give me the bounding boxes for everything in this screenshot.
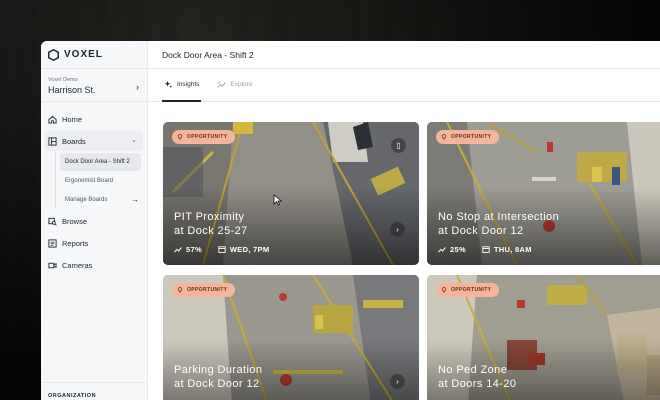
opportunity-badge: OPPORTUNITY	[172, 283, 235, 297]
site-switcher[interactable]: Voxel Demo Harrison St. ›	[41, 69, 147, 102]
insight-card[interactable]: OPPORTUNITY › Parking Duration at Dock D…	[163, 275, 419, 400]
opportunity-badge: OPPORTUNITY	[436, 283, 499, 297]
card-meta: 25% THU, 8AM	[438, 245, 532, 254]
sidebar-item-label: Home	[62, 114, 83, 124]
page-header: Dock Door Area - Shift 2	[148, 41, 660, 69]
sidebar-item-label: Boards	[62, 136, 86, 146]
card-title-line2: at Dock Door 12	[438, 225, 524, 237]
lightbulb-icon	[177, 287, 183, 293]
boards-subnav: Dock Door Area - Shift 2 Ergonomist Boar…	[55, 153, 147, 209]
manage-boards-link[interactable]: Manage Boards →	[60, 191, 141, 209]
sidebar-item-label: Browse	[62, 216, 88, 226]
brand-name: VOXEL	[64, 49, 103, 60]
mouse-cursor-icon	[273, 194, 283, 206]
trend-icon	[217, 81, 226, 88]
insight-card[interactable]: OPPORTUNITY No Ped Zone at Doors 14-20	[427, 275, 660, 400]
sparkle-icon	[164, 80, 173, 89]
card-meta: 57% WED, 7PM	[174, 245, 269, 254]
sidebar-nav: Home Boards ⌄ Dock Door Area - Shift 2 E…	[41, 102, 147, 277]
browse-icon	[48, 217, 57, 226]
card-percent: 25%	[450, 245, 466, 254]
chevron-right-icon[interactable]: ›	[390, 374, 405, 389]
trend-up-icon	[438, 247, 446, 253]
opportunity-badge: OPPORTUNITY	[172, 130, 235, 144]
board-item-ergonomist[interactable]: Ergonomist Board	[60, 172, 141, 190]
card-title: PIT Proximity at Dock 25-27	[174, 210, 374, 238]
card-title: No Ped Zone at Doors 14-20	[438, 363, 638, 391]
chevron-down-icon: ⌄	[131, 137, 137, 144]
insight-card[interactable]: OPPORTUNITY No Stop at Intersection at D…	[427, 122, 660, 265]
card-percent: 57%	[186, 245, 202, 254]
sidebar: VOXEL Voxel Demo Harrison St. › Home Boa…	[41, 41, 148, 400]
badge-label: OPPORTUNITY	[451, 134, 492, 140]
board-icon	[48, 136, 57, 146]
card-title-line2: at Dock Door 12	[174, 378, 260, 390]
brand[interactable]: VOXEL	[41, 41, 147, 69]
manage-boards-label: Manage Boards	[65, 197, 108, 203]
sidebar-item-label: Cameras	[62, 260, 93, 270]
card-date: WED, 7PM	[229, 245, 270, 254]
badge-label: OPPORTUNITY	[451, 287, 492, 293]
sidebar-item-label: Reports	[62, 238, 89, 248]
badge-label: OPPORTUNITY	[187, 134, 228, 140]
sidebar-item-home[interactable]: Home	[45, 109, 143, 129]
card-date: THU, 8AM	[493, 245, 532, 254]
tab-bar: Insights Explore	[148, 69, 660, 102]
sidebar-item-boards[interactable]: Boards ⌄	[45, 131, 143, 151]
badge-label: OPPORTUNITY	[187, 287, 228, 293]
lightbulb-icon	[441, 287, 447, 293]
card-title-line2: at Dock 25-27	[174, 225, 248, 237]
page-title: Dock Door Area - Shift 2	[162, 49, 254, 60]
lightbulb-icon	[441, 134, 447, 140]
organization-label: ORGANIZATION	[48, 393, 97, 399]
insight-grid: OPPORTUNITY ▯ › PIT Proximity at Dock 25…	[148, 103, 660, 400]
tab-label: Explore	[230, 81, 253, 88]
org-label: Voxel Demo	[48, 77, 78, 83]
reports-icon	[48, 238, 57, 248]
home-icon	[48, 115, 57, 124]
tab-insights[interactable]: Insights	[162, 68, 202, 102]
arrow-right-icon: →	[131, 195, 139, 204]
card-title: Parking Duration at Dock Door 12	[174, 363, 374, 391]
card-title-line2: at Doors 14-20	[438, 378, 517, 390]
tab-explore[interactable]: Explore	[215, 68, 254, 101]
card-title-line1: No Stop at Intersection	[438, 211, 560, 223]
tab-label: Insights	[177, 81, 200, 88]
app-window: VOXEL Voxel Demo Harrison St. › Home Boa…	[41, 41, 660, 400]
lightbulb-icon	[177, 134, 183, 140]
sidebar-item-cameras[interactable]: Cameras	[45, 255, 143, 275]
calendar-icon	[482, 246, 490, 253]
board-item-dock-door[interactable]: Dock Door Area - Shift 2	[60, 153, 141, 171]
chevron-right-icon: ›	[136, 82, 139, 92]
clip-icon[interactable]: ▯	[391, 138, 406, 153]
opportunity-badge: OPPORTUNITY	[436, 130, 499, 144]
camera-icon	[48, 262, 57, 268]
card-title: No Stop at Intersection at Dock Door 12	[438, 210, 638, 238]
calendar-icon	[218, 246, 226, 253]
organization-section: ORGANIZATION	[41, 382, 147, 400]
sidebar-item-reports[interactable]: Reports	[45, 233, 143, 253]
card-title-line1: Parking Duration	[174, 364, 263, 376]
card-title-line1: No Ped Zone	[438, 364, 508, 376]
card-title-line1: PIT Proximity	[174, 211, 245, 223]
site-name: Harrison St.	[48, 85, 96, 95]
sidebar-item-browse[interactable]: Browse	[45, 211, 143, 231]
insight-card[interactable]: OPPORTUNITY ▯ › PIT Proximity at Dock 25…	[163, 122, 419, 265]
trend-up-icon	[174, 247, 182, 253]
chevron-right-icon[interactable]: ›	[390, 222, 405, 237]
voxel-logo-icon	[48, 48, 59, 61]
main-content: Dock Door Area - Shift 2 Insights Explor…	[148, 41, 660, 400]
